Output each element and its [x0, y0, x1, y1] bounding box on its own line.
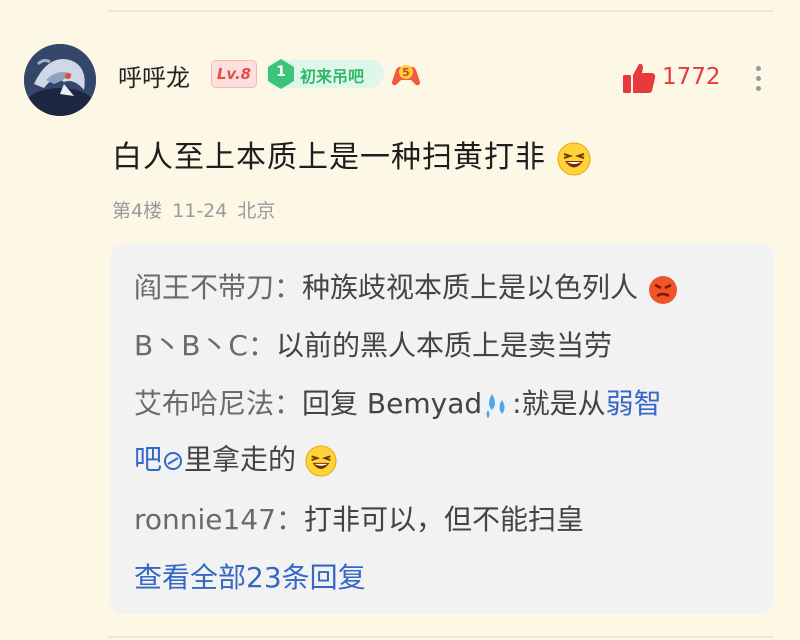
forum-link-suffix[interactable]: 吧	[134, 443, 162, 476]
reply-item[interactable]: B丶B丶C：以前的黑人本质上是卖当劳	[134, 324, 612, 364]
comment-text: 白人至上本质上是一种扫黄打非	[112, 132, 591, 176]
username[interactable]: 呼呼龙	[118, 58, 190, 93]
comment-date: 11-24	[172, 200, 228, 222]
laughing-emoji-icon	[557, 142, 591, 176]
reply-text: :就是从	[512, 387, 606, 420]
forum-link[interactable]: 弱智	[606, 387, 662, 420]
reply-author[interactable]: 艾布哈尼法：	[134, 387, 302, 420]
reply-item-continued[interactable]: 吧 里拿走的	[134, 438, 337, 478]
reply-text: 打非可以，但不能扫皇	[303, 503, 584, 536]
top-divider	[108, 10, 774, 12]
reply-text: 种族歧视本质上是以色列人	[302, 271, 639, 304]
comment-meta: 第4楼 11-24 北京	[112, 196, 275, 223]
link-icon[interactable]	[162, 450, 184, 472]
reply-item[interactable]: 艾布哈尼法：回复 Bemyad :就是从弱智	[134, 382, 662, 422]
reply-box[interactable]: 阎王不带刀：种族歧视本质上是以色列人 B丶B丶C：以前的黑人本质上是卖当劳 艾布…	[110, 244, 774, 614]
level-badge: Lv.8	[211, 60, 257, 88]
thumbs-up-icon[interactable]	[621, 60, 657, 96]
reply-author[interactable]: ronnie147：	[134, 503, 304, 536]
honor-badge[interactable]: 1 初来吊吧	[266, 59, 384, 89]
bottom-divider	[108, 636, 774, 638]
reply-author[interactable]: 阎王不带刀：	[134, 271, 302, 304]
reply-prefix: 回复 Bemyad	[302, 387, 483, 420]
angry-face-emoji-icon	[647, 273, 679, 305]
sweat-drops-icon	[482, 390, 512, 420]
honor-title: 初来吊吧	[300, 67, 365, 86]
comment-body: 白人至上本质上是一种扫黄打非	[112, 140, 546, 175]
more-vertical-icon[interactable]	[748, 62, 768, 96]
like-count: 1772	[662, 64, 721, 90]
gamepad-icon[interactable]: 5	[390, 58, 422, 90]
laughing-emoji-icon	[305, 445, 337, 477]
reply-item[interactable]: ronnie147：打非可以，但不能扫皇	[134, 498, 584, 538]
reply-suffix: 里拿走的	[184, 443, 297, 476]
comment-location: 北京	[237, 200, 276, 222]
reply-item[interactable]: 阎王不带刀：种族歧视本质上是以色列人	[134, 266, 679, 306]
view-all-replies-link[interactable]: 查看全部23条回复	[134, 556, 366, 596]
reply-text: 以前的黑人本质上是卖当劳	[275, 329, 612, 362]
honor-number: 1	[276, 64, 286, 80]
avatar[interactable]	[24, 44, 96, 116]
floor-number: 第4楼	[112, 200, 163, 222]
game-badge-number: 5	[402, 66, 410, 79]
reply-author[interactable]: B丶B丶C：	[134, 329, 276, 362]
